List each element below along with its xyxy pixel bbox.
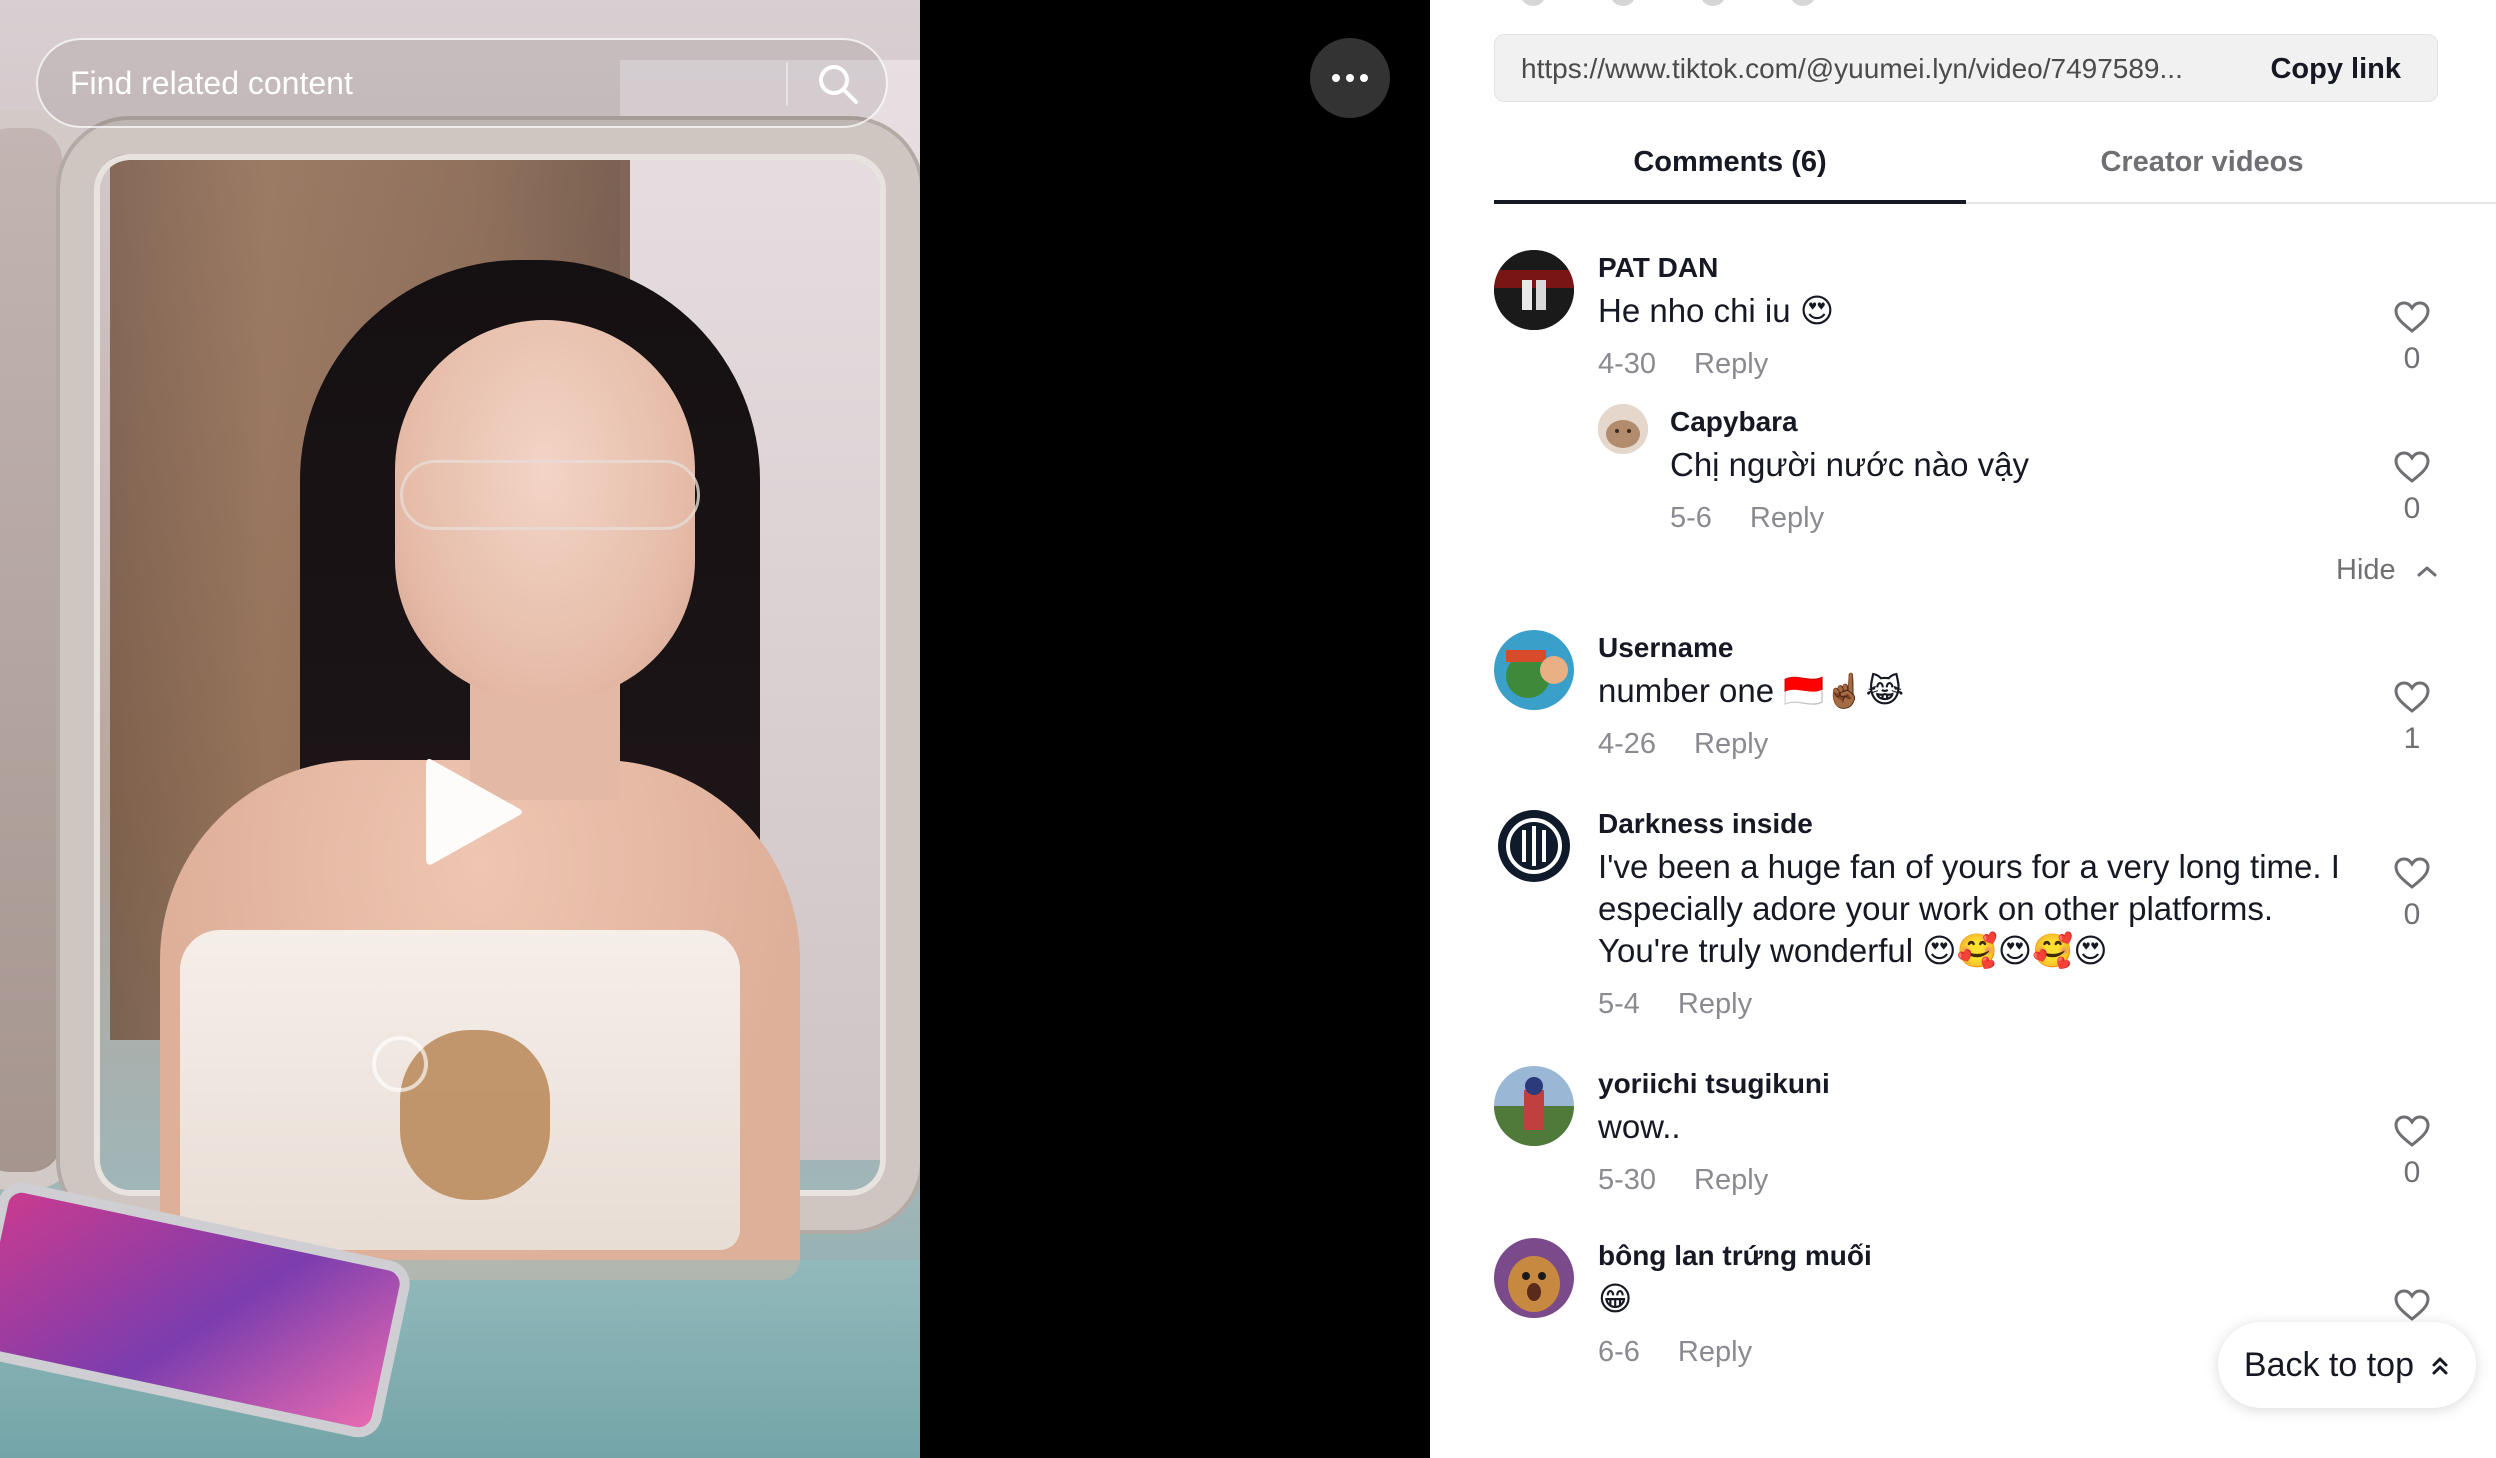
back-to-top-button[interactable]: Back to top <box>2217 1322 2476 1408</box>
comment-username[interactable]: Darkness inside <box>1598 808 1813 840</box>
heart-icon[interactable] <box>2393 450 2431 484</box>
avatar[interactable] <box>1494 250 1574 330</box>
like-count: 0 <box>2403 898 2421 931</box>
heart-icon[interactable] <box>2393 1288 2431 1322</box>
heart-icon[interactable] <box>2393 300 2431 334</box>
comment-username[interactable]: bông lan trứng muối <box>1598 1240 1872 1272</box>
back-to-top-container: Back to top <box>1802 1322 2486 1408</box>
video-frame[interactable]: Find related content <box>0 0 920 1458</box>
tiktok-video-page: Find related content https://www.tiktok.… <box>0 0 2496 1458</box>
comment-username[interactable]: PAT DAN <box>1598 252 1718 284</box>
comment-username[interactable]: yoriichi tsugikuni <box>1598 1068 1830 1100</box>
like-control[interactable]: 0 <box>2382 1114 2442 1190</box>
reply-button[interactable]: Reply <box>1694 1164 1768 1196</box>
like-control[interactable]: 1 <box>2382 680 2442 756</box>
comment-date: 4-30 <box>1598 348 1657 380</box>
comments-panel: https://www.tiktok.com/@yuumei.lyn/video… <box>1430 0 2496 1458</box>
comment-text: He nho chi iu 😍 <box>1598 292 1835 329</box>
comment-meta: 5-30 Reply <box>1598 1164 1768 1197</box>
like-control[interactable]: 0 <box>2382 300 2442 376</box>
search-icon[interactable] <box>816 62 860 106</box>
action-icon[interactable] <box>1520 0 1546 6</box>
comment-meta: 4-26 Reply <box>1598 728 1768 761</box>
related-search-bar[interactable]: Find related content <box>36 38 888 128</box>
hide-replies-label: Hide <box>2336 554 2396 586</box>
reply-button[interactable]: Reply <box>1694 348 1768 380</box>
avatar[interactable] <box>1494 1238 1574 1318</box>
action-icon[interactable] <box>1610 0 1636 6</box>
panel-tabs: Comments (6) Creator videos <box>1494 130 2496 204</box>
avatar-image <box>1494 1066 1574 1146</box>
heart-icon[interactable] <box>2393 680 2431 714</box>
back-to-top-label: Back to top <box>2243 1345 2414 1384</box>
like-count: 0 <box>2403 492 2421 525</box>
action-icon[interactable] <box>1790 0 1816 6</box>
like-count: 1 <box>2403 722 2421 755</box>
comment-username[interactable]: Capybara <box>1670 406 1798 438</box>
avatar-image <box>1494 806 1574 886</box>
dot-icon <box>1332 74 1340 82</box>
like-count: 0 <box>2403 1156 2421 1189</box>
comment-meta: 6-6 Reply <box>1598 1336 1752 1369</box>
comment-date: 5-4 <box>1598 988 1640 1020</box>
copy-link-button[interactable]: Copy link <box>2270 35 2401 103</box>
share-link-url[interactable]: https://www.tiktok.com/@yuumei.lyn/video… <box>1521 35 2251 103</box>
avatar-image <box>1494 250 1574 330</box>
avatar[interactable] <box>1494 806 1574 886</box>
search-divider <box>786 62 788 106</box>
reply-button[interactable]: Reply <box>1678 988 1752 1020</box>
video-person-glasses <box>400 460 700 530</box>
play-icon[interactable] <box>418 752 528 872</box>
dot-icon <box>1360 74 1368 82</box>
comment-date: 6-6 <box>1598 1336 1640 1368</box>
comment-date: 5-30 <box>1598 1164 1657 1196</box>
comment-date: 5-6 <box>1670 502 1712 534</box>
avatar-image <box>1494 1238 1574 1318</box>
action-icon[interactable] <box>1700 0 1726 6</box>
comment-text: I've been a huge fan of yours for a very… <box>1598 848 2340 969</box>
tab-creator-videos[interactable]: Creator videos <box>1966 130 2438 202</box>
action-icons-row <box>1520 0 1920 6</box>
share-link-box: https://www.tiktok.com/@yuumei.lyn/video… <box>1494 34 2438 102</box>
like-control[interactable]: 0 <box>2382 856 2442 932</box>
heart-icon[interactable] <box>2393 856 2431 890</box>
double-chevron-up-icon <box>2432 1357 2448 1375</box>
dot-icon <box>1346 74 1354 82</box>
comment-meta: 4-30 Reply <box>1598 348 1768 381</box>
comment-username[interactable]: Username <box>1598 632 1733 664</box>
comment-meta: 5-4 Reply <box>1598 988 1752 1021</box>
avatar[interactable] <box>1598 404 1648 454</box>
like-control[interactable] <box>2382 1288 2442 1322</box>
tab-comments[interactable]: Comments (6) <box>1494 130 1966 204</box>
avatar-image <box>1494 630 1574 710</box>
more-options-button[interactable] <box>1310 38 1390 118</box>
comment-text: wow.. <box>1598 1108 1681 1145</box>
avatar[interactable] <box>1494 1066 1574 1146</box>
comment-text: 😁 <box>1598 1280 1633 1317</box>
reply-button[interactable]: Reply <box>1750 502 1824 534</box>
comment-date: 4-26 <box>1598 728 1657 760</box>
search-input[interactable]: Find related content <box>70 40 353 126</box>
lightbulb-icon <box>372 1036 428 1092</box>
heart-icon[interactable] <box>2393 1114 2431 1148</box>
like-control[interactable]: 0 <box>2382 450 2442 526</box>
chevron-up-icon <box>2417 566 2437 577</box>
hide-replies-button[interactable]: Hide <box>2336 554 2438 587</box>
reply-button[interactable]: Reply <box>1694 728 1768 760</box>
avatar[interactable] <box>1494 630 1574 710</box>
like-count: 0 <box>2403 342 2421 375</box>
comment-text: number one 🇮🇩☝🏾😹 <box>1598 672 1905 709</box>
video-player[interactable]: Find related content <box>0 0 1430 1458</box>
reply-button[interactable]: Reply <box>1678 1336 1752 1368</box>
comment-text: Chị người nước nào vậy <box>1670 446 2029 483</box>
avatar-image <box>1598 404 1648 454</box>
comment-meta: 5-6 Reply <box>1670 502 1824 535</box>
